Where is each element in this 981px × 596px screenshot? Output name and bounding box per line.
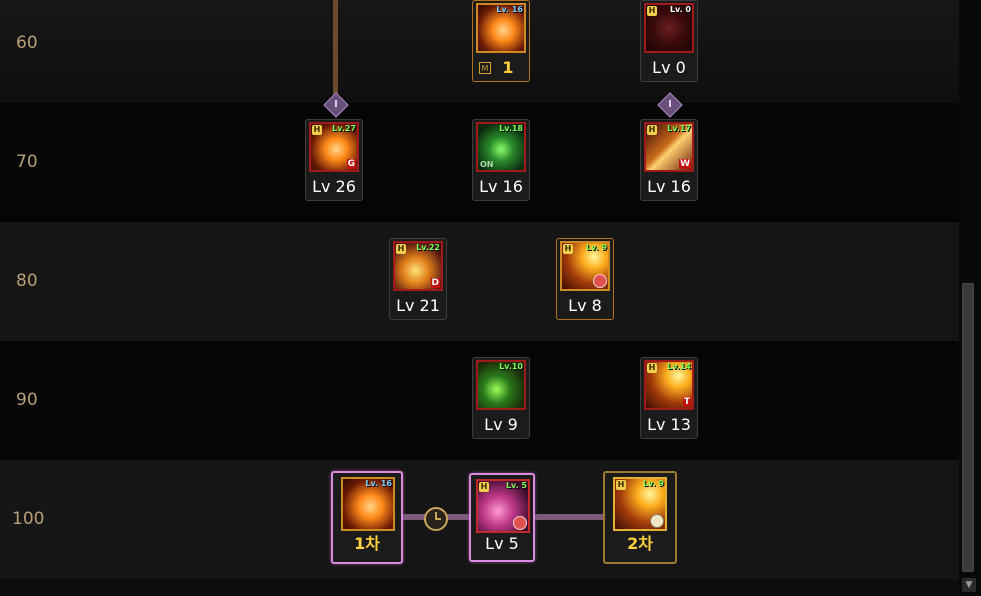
skill-type-badge: T: [682, 397, 691, 407]
skill-card[interactable]: H Lv.22 D Lv 21: [389, 238, 447, 320]
skill-level-text: 1차: [354, 534, 380, 553]
h-badge-icon: H: [312, 125, 322, 135]
skill-icon: H Lv. 9: [613, 477, 667, 531]
prerequisite-line: [333, 0, 338, 98]
skill-card[interactable]: H Lv.17 W Lv 16: [640, 119, 698, 201]
tier-row-80: [0, 222, 959, 341]
h-badge-icon: H: [396, 244, 406, 254]
skill-card[interactable]: Lv. 16 M 1: [472, 0, 530, 82]
skill-level-tag: Lv. 5: [505, 481, 527, 490]
skill-level-tag: Lv. 9: [642, 479, 664, 488]
evolution-link-line: [534, 514, 606, 520]
skill-card[interactable]: Lv. 16 1차: [331, 471, 403, 564]
skill-level-tag: Lv.14: [667, 362, 691, 371]
level-label-100: 100: [12, 509, 45, 529]
skill-level-tag: Lv. 0: [669, 5, 691, 14]
skill-card[interactable]: H Lv. 5 Lv 5: [469, 473, 535, 562]
h-badge-icon: H: [479, 482, 489, 492]
skill-card[interactable]: Lv.18 ON Lv 16: [472, 119, 530, 201]
skill-icon: Lv.18 ON: [476, 122, 526, 172]
skill-type-badge: D: [430, 278, 440, 288]
scroll-down-arrow-icon[interactable]: ▼: [962, 578, 976, 592]
skill-level-text: Lv 16: [647, 177, 691, 196]
skill-level-text: 2차: [627, 534, 653, 553]
skill-icon: H Lv.27 G: [309, 122, 359, 172]
skill-level-tag: Lv.27: [332, 124, 356, 133]
skill-level-text: Lv 13: [647, 415, 691, 434]
skill-icon: H Lv.17 W: [644, 122, 694, 172]
cooldown-clock-icon: [424, 507, 448, 531]
cooldown-icon: [650, 514, 664, 528]
skill-icon: H Lv.22 D: [393, 241, 443, 291]
h-badge-icon: H: [647, 125, 657, 135]
skill-level-tag: Lv. 16: [496, 5, 523, 14]
skill-card[interactable]: H Lv. 0 Lv 0: [640, 0, 698, 82]
skill-level-text: Lv 26: [312, 177, 356, 196]
cooldown-icon: [513, 516, 527, 530]
cooldown-icon: [593, 274, 607, 288]
scrollbar-thumb[interactable]: [962, 283, 974, 572]
toggle-on-indicator: ON: [480, 160, 494, 169]
skill-level-text: Lv 21: [396, 296, 440, 315]
h-badge-icon: H: [647, 6, 657, 16]
skill-card[interactable]: H Lv.27 G Lv 26: [305, 119, 363, 201]
skill-card[interactable]: H Lv.14 T Lv 13: [640, 357, 698, 439]
skill-icon: H Lv. 9: [560, 241, 610, 291]
skill-card[interactable]: Lv.10 Lv 9: [472, 357, 530, 439]
skill-level-text: Lv 5: [485, 534, 519, 553]
level-label-60: 60: [16, 33, 38, 53]
skill-level-tag: Lv. 16: [365, 479, 392, 488]
skill-icon: Lv. 16: [476, 3, 526, 53]
skill-card[interactable]: H Lv. 9 Lv 8: [556, 238, 614, 320]
skill-level-text: Lv 0: [652, 58, 686, 77]
skill-level-tag: Lv.22: [416, 243, 440, 252]
skill-type-badge: G: [346, 159, 356, 169]
skill-level-text: Lv 9: [484, 415, 518, 434]
skill-icon: H Lv. 0: [644, 3, 694, 53]
skill-level-tag: Lv. 9: [585, 243, 607, 252]
skill-level-tag: Lv.10: [499, 362, 523, 371]
h-badge-icon: H: [616, 480, 626, 490]
skill-card[interactable]: H Lv. 9 2차: [603, 471, 677, 564]
skill-level-text: Lv 16: [479, 177, 523, 196]
level-label-90: 90: [16, 390, 38, 410]
skill-level-text: 1: [502, 58, 514, 77]
h-badge-icon: H: [563, 244, 573, 254]
skill-icon: H Lv.14 T: [644, 360, 694, 410]
level-label-80: 80: [16, 271, 38, 291]
level-label-70: 70: [16, 152, 38, 172]
skill-icon: H Lv. 5: [476, 479, 530, 533]
h-badge-icon: H: [647, 363, 657, 373]
skill-icon: Lv.10: [476, 360, 526, 410]
skill-icon: Lv. 16: [341, 477, 395, 531]
skill-type-badge: W: [679, 159, 691, 169]
skill-level-tag: Lv.17: [667, 124, 691, 133]
skill-level-text: Lv 8: [568, 296, 602, 315]
skill-level-tag: Lv.18: [499, 124, 523, 133]
